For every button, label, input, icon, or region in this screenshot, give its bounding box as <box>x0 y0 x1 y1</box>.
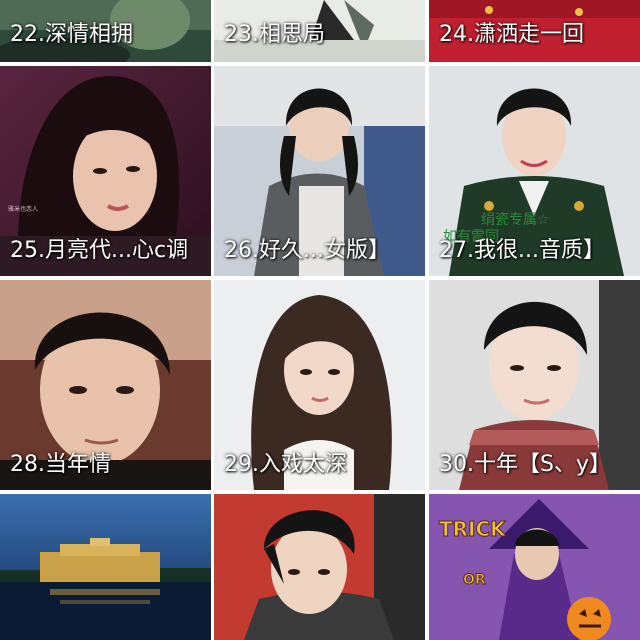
song-tile-27[interactable]: 绢瓷专属☆ 如有雷同 27.我很...音质】 <box>429 66 640 276</box>
tile-caption: 26.好久...女版】 <box>224 238 390 263</box>
tile-caption: 23.相思局 <box>224 22 325 47</box>
song-tile-26[interactable]: 26.好久...女版】 <box>214 66 425 276</box>
or-text: OR <box>463 572 486 588</box>
song-tile-24[interactable]: 24.潇洒走一回 <box>429 0 640 62</box>
small-overlay-text: 雅米也恋人 <box>8 205 38 213</box>
song-tile-32[interactable] <box>214 494 425 640</box>
tile-caption: 27.我很...音质】 <box>439 238 605 263</box>
thumbnail-grid: 22.深情相拥 23.相思局 24.潇洒走一回 雅米也恋人 25.月亮代...心… <box>0 0 640 640</box>
song-tile-28[interactable]: 28.当年情 <box>0 280 211 490</box>
tile-caption: 22.深情相拥 <box>10 22 133 47</box>
photo-31 <box>0 494 211 640</box>
song-tile-29[interactable]: 29.入戏太深 <box>214 280 425 490</box>
song-tile-30[interactable]: 30.十年【S、y】 <box>429 280 640 490</box>
tile-caption: 29.入戏太深 <box>224 452 347 477</box>
tile-caption: 25.月亮代...心c调 <box>10 238 189 263</box>
song-tile-22[interactable]: 22.深情相拥 <box>0 0 211 62</box>
song-tile-31[interactable] <box>0 494 211 640</box>
tile-caption: 28.当年情 <box>10 452 111 477</box>
tile-caption: 30.十年【S、y】 <box>439 452 611 477</box>
overlay-text-1: 绢瓷专属☆ <box>481 212 550 228</box>
trick-text: TRICK <box>439 517 507 541</box>
tile-caption: 24.潇洒走一回 <box>439 22 584 47</box>
song-tile-33[interactable]: TRICK OR <box>429 494 640 640</box>
song-tile-25[interactable]: 雅米也恋人 25.月亮代...心c调 <box>0 66 211 276</box>
song-tile-23[interactable]: 23.相思局 <box>214 0 425 62</box>
photo-33: TRICK OR <box>429 494 640 640</box>
photo-32 <box>214 494 425 640</box>
